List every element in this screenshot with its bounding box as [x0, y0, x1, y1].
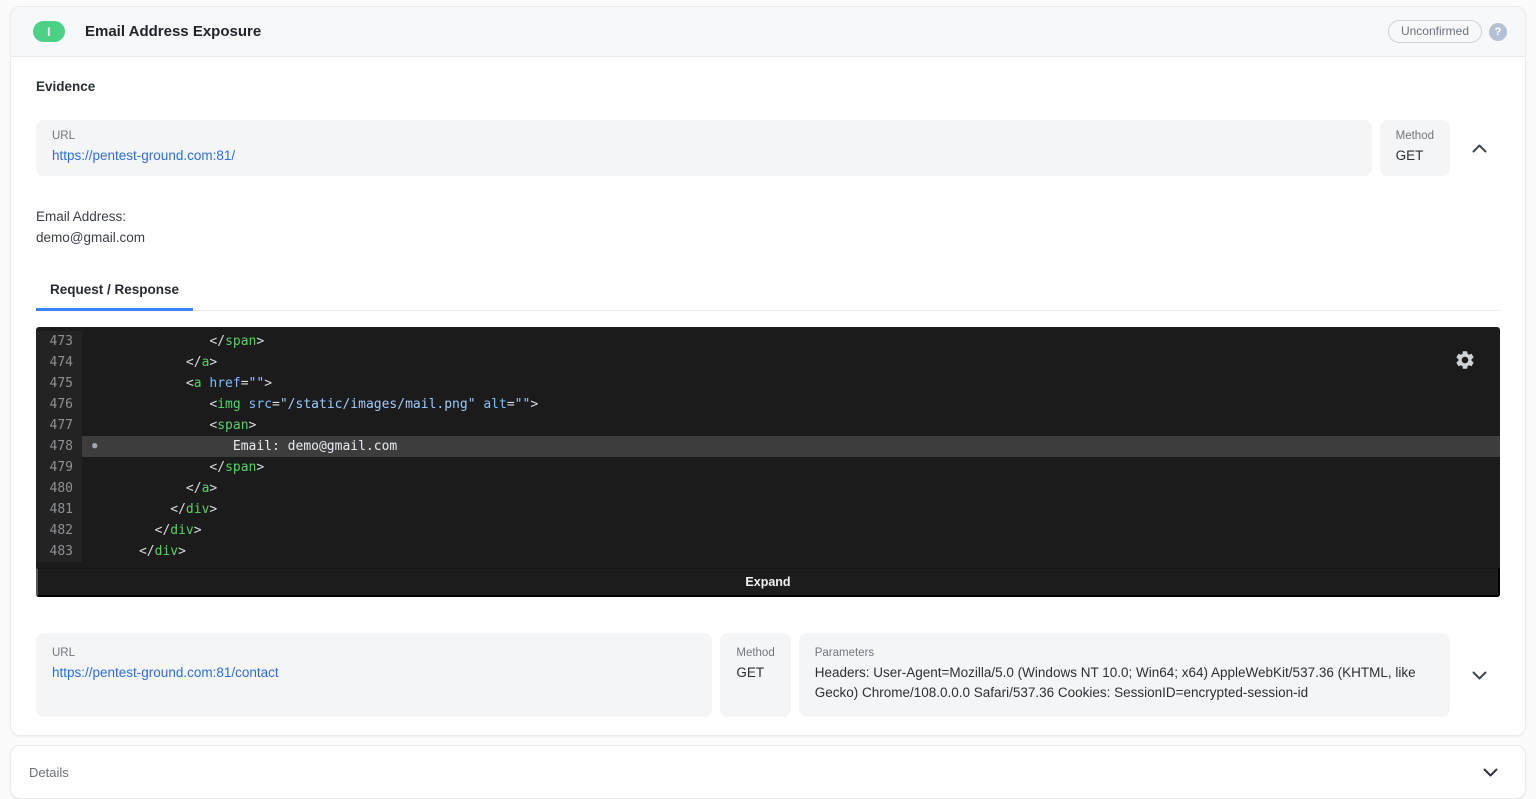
expand-details-button[interactable] — [1475, 768, 1505, 777]
code-line: 480 </a> — [36, 478, 1500, 499]
parameters-label: Parameters — [815, 647, 1434, 659]
line-number: 480 — [36, 478, 82, 499]
evidence-row-primary: URL https://pentest-ground.com:81/ Metho… — [36, 120, 1500, 176]
line-number: 474 — [36, 352, 82, 373]
finding-card: I Email Address Exposure Unconfirmed ? E… — [10, 6, 1526, 736]
url-link-2[interactable]: https://pentest-ground.com:81/contact — [52, 665, 279, 680]
highlight-bullet-icon: ● — [92, 436, 97, 457]
code-line: 482 </div> — [36, 520, 1500, 541]
code-line-content: </span> — [82, 331, 1500, 352]
email-label: Email Address: — [36, 206, 1500, 227]
url-box: URL https://pentest-ground.com:81/ — [36, 120, 1372, 176]
code-line-content: </a> — [82, 478, 1500, 499]
method-value: GET — [1396, 146, 1434, 166]
code-line: 478● Email: demo@gmail.com — [36, 436, 1500, 457]
code-settings-button[interactable] — [1454, 349, 1476, 371]
code-viewer: 473 </span>474 </a>475 <a href="">476 <i… — [36, 327, 1500, 597]
line-number: 482 — [36, 520, 82, 541]
line-number: 477 — [36, 415, 82, 436]
code-line: 477 <span> — [36, 415, 1500, 436]
code-line-content: </a> — [82, 352, 1500, 373]
details-card[interactable]: Details — [10, 745, 1526, 799]
parameters-box: Parameters Headers: User-Agent=Mozilla/5… — [799, 633, 1450, 717]
expand-evidence-button[interactable] — [1458, 633, 1500, 717]
method-box: Method GET — [1380, 120, 1450, 176]
code-line-content: </span> — [82, 457, 1500, 478]
code-lines: 473 </span>474 </a>475 <a href="">476 <i… — [36, 327, 1500, 568]
parameters-value: Headers: User-Agent=Mozilla/5.0 (Windows… — [815, 663, 1434, 703]
severity-badge: I — [33, 21, 65, 42]
finding-header: I Email Address Exposure Unconfirmed ? — [11, 7, 1525, 57]
code-line-content: ● Email: demo@gmail.com — [82, 436, 1500, 457]
gear-icon — [1454, 349, 1476, 371]
collapse-evidence-button[interactable] — [1458, 120, 1500, 176]
code-line: 479 </span> — [36, 457, 1500, 478]
expand-button[interactable]: Expand — [36, 568, 1500, 597]
email-value: demo@gmail.com — [36, 227, 1500, 248]
code-line: 474 </a> — [36, 352, 1500, 373]
url-box-2: URL https://pentest-ground.com:81/contac… — [36, 633, 712, 717]
line-number: 478 — [36, 436, 82, 457]
line-number: 481 — [36, 499, 82, 520]
email-exposure-block: Email Address: demo@gmail.com — [36, 206, 1500, 248]
chevron-up-icon — [1472, 144, 1487, 153]
code-line-content: <img src="/static/images/mail.png" alt="… — [82, 394, 1500, 415]
code-line: 481 </div> — [36, 499, 1500, 520]
url-link[interactable]: https://pentest-ground.com:81/ — [52, 148, 235, 163]
method-label-2: Method — [736, 647, 774, 659]
url-label: URL — [52, 130, 1356, 142]
tab-request-response[interactable]: Request / Response — [36, 282, 193, 311]
line-number: 475 — [36, 373, 82, 394]
url-label-2: URL — [52, 647, 696, 659]
code-line: 475 <a href=""> — [36, 373, 1500, 394]
code-line: 473 </span> — [36, 331, 1500, 352]
method-label: Method — [1396, 130, 1434, 142]
chevron-down-icon — [1483, 768, 1498, 777]
header-right: Unconfirmed ? — [1388, 20, 1507, 43]
chevron-down-icon — [1472, 671, 1487, 680]
code-line-content: </div> — [82, 499, 1500, 520]
page: I Email Address Exposure Unconfirmed ? E… — [0, 0, 1536, 799]
code-line-content: </div> — [82, 541, 1500, 562]
tab-bar: Request / Response — [36, 282, 1500, 311]
code-line-content: <a href=""> — [82, 373, 1500, 394]
code-line-content: <span> — [82, 415, 1500, 436]
evidence-section-title: Evidence — [36, 79, 1500, 94]
code-line: 483 </div> — [36, 541, 1500, 562]
line-number: 473 — [36, 331, 82, 352]
line-number: 479 — [36, 457, 82, 478]
help-icon[interactable]: ? — [1489, 23, 1507, 41]
details-label: Details — [29, 765, 69, 780]
status-badge: Unconfirmed — [1388, 20, 1482, 43]
line-number: 483 — [36, 541, 82, 562]
method-box-2: Method GET — [720, 633, 790, 717]
line-number: 476 — [36, 394, 82, 415]
page-title: Email Address Exposure — [85, 23, 261, 40]
code-line-content: </div> — [82, 520, 1500, 541]
evidence-section: Evidence URL https://pentest-ground.com:… — [11, 57, 1525, 735]
evidence-row-secondary: URL https://pentest-ground.com:81/contac… — [36, 633, 1500, 717]
method-value-2: GET — [736, 663, 774, 683]
code-line: 476 <img src="/static/images/mail.png" a… — [36, 394, 1500, 415]
